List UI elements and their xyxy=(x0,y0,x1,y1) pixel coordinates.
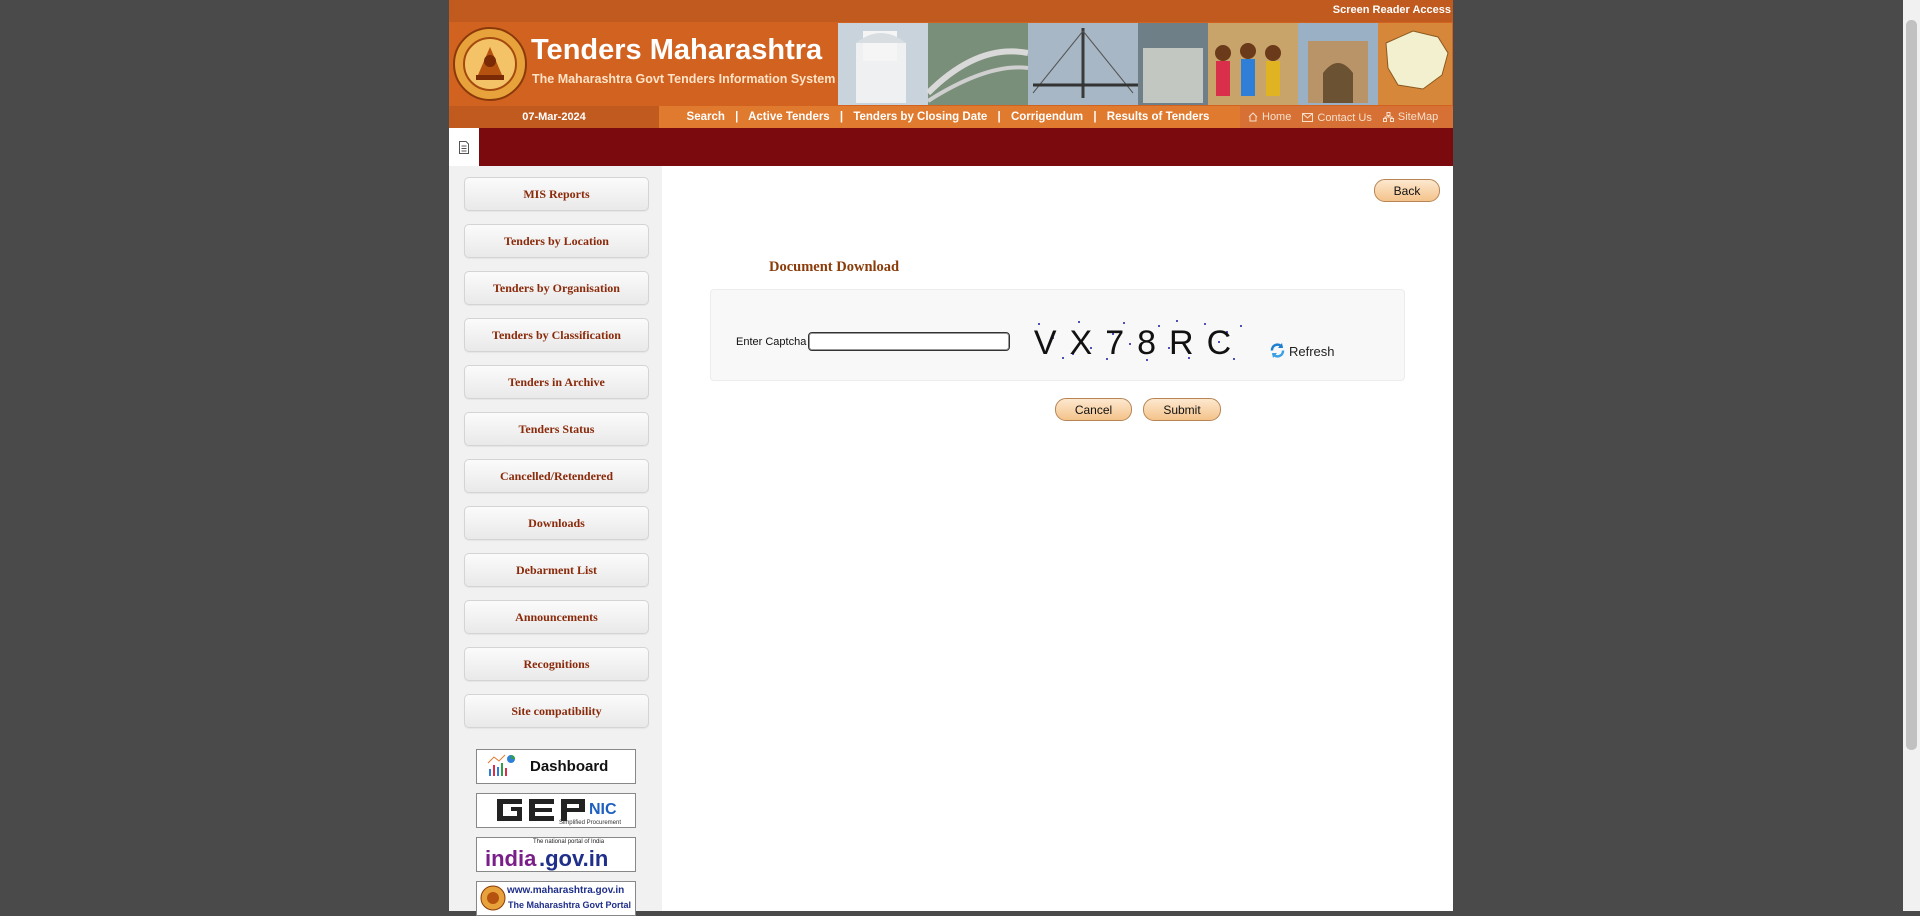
refresh-captcha-button[interactable]: Refresh xyxy=(1269,342,1335,359)
header-banner: Tenders Maharashtra The Maharashtra Govt… xyxy=(449,22,1453,106)
nav-active-tenders[interactable]: Active Tenders xyxy=(748,111,830,123)
sidebar-item-tenders-by-organisation[interactable]: Tenders by Organisation xyxy=(464,271,649,305)
red-title-bar xyxy=(449,128,1453,166)
utility-links: Home Contact Us SiteMap xyxy=(1240,106,1453,128)
india-gov-logo: india .gov.in xyxy=(485,846,608,871)
scrollbar-thumb[interactable] xyxy=(1906,20,1917,750)
current-date: 07-Mar-2024 xyxy=(449,106,659,128)
dashboard-logo-link[interactable]: Dashboard xyxy=(476,749,636,784)
captcha-input[interactable] xyxy=(808,332,1010,351)
nav-bar: 07-Mar-2024 Search | Active Tenders | Te… xyxy=(449,106,1453,128)
home-label: Home xyxy=(1262,111,1292,123)
contact-label: Contact Us xyxy=(1317,111,1372,124)
main-content: Back Document Download Enter Captcha VX7… xyxy=(662,166,1453,911)
gepnic-logo-link[interactable]: NIC Simplified Procurement xyxy=(476,793,636,828)
sitemap-link[interactable]: SiteMap xyxy=(1382,106,1439,128)
home-icon xyxy=(1248,112,1258,122)
back-button[interactable]: Back xyxy=(1374,179,1440,202)
screen-reader-link[interactable]: Screen Reader Access xyxy=(1333,4,1451,16)
nav-search[interactable]: Search xyxy=(687,111,725,123)
site-title: Tenders Maharashtra xyxy=(531,34,823,66)
document-tab[interactable] xyxy=(449,128,479,166)
top-bar: Screen Reader Access xyxy=(449,0,1453,22)
sidebar-item-tenders-status[interactable]: Tenders Status xyxy=(464,412,649,446)
refresh-icon xyxy=(1270,343,1285,358)
nav-separator: | xyxy=(1093,111,1097,123)
sidebar-item-site-compatibility[interactable]: Site compatibility xyxy=(464,694,649,728)
banner-photo-collage xyxy=(838,23,1452,105)
nav-separator: | xyxy=(839,111,844,123)
dashboard-chart-icon xyxy=(487,754,515,776)
india-gov-logo-link[interactable]: The national portal of India india .gov.… xyxy=(476,837,636,872)
maharashtra-portal-url: www.maharashtra.gov.in xyxy=(507,885,625,896)
mail-icon xyxy=(1302,113,1314,122)
contact-us-link[interactable]: Contact Us xyxy=(1302,107,1372,129)
sitemap-label: SiteMap xyxy=(1397,111,1439,123)
top-nav-links: Search | Active Tenders | Tenders by Clo… xyxy=(659,106,1237,128)
page: Screen Reader Access Tenders Maharashtra… xyxy=(449,0,1453,916)
nav-corrigendum[interactable]: Corrigendum xyxy=(1011,111,1083,123)
sidebar: MIS Reports Tenders by Location Tenders … xyxy=(449,166,662,916)
gepnic-subtitle: Simplified Procurement xyxy=(558,820,621,826)
refresh-label: Refresh xyxy=(1289,344,1335,359)
sidebar-item-debarment-list[interactable]: Debarment List xyxy=(464,553,649,587)
sitemap-icon xyxy=(1382,112,1394,122)
sidebar-item-mis-reports[interactable]: MIS Reports xyxy=(464,177,649,211)
sidebar-item-downloads[interactable]: Downloads xyxy=(464,506,649,540)
captcha-panel: Enter Captcha VX78RC Refresh xyxy=(710,289,1405,381)
svg-text:india: india xyxy=(485,846,537,871)
maharashtra-portal-subtitle: The Maharashtra Govt Portal xyxy=(508,900,632,910)
nav-tenders-by-closing-date[interactable]: Tenders by Closing Date xyxy=(853,111,987,123)
vertical-scrollbar[interactable] xyxy=(1903,0,1920,911)
site-subtitle: The Maharashtra Govt Tenders Information… xyxy=(532,72,836,86)
sidebar-item-tenders-in-archive[interactable]: Tenders in Archive xyxy=(464,365,649,399)
document-icon xyxy=(459,140,469,154)
captcha-image: VX78RC xyxy=(1034,320,1244,362)
captcha-label: Enter Captcha xyxy=(736,336,807,348)
submit-button[interactable]: Submit xyxy=(1143,398,1221,421)
svg-text:.gov.in: .gov.in xyxy=(539,846,608,871)
nav-separator: | xyxy=(997,111,1001,123)
dashboard-label: Dashboard xyxy=(530,758,609,775)
sidebar-item-tenders-by-location[interactable]: Tenders by Location xyxy=(464,224,649,258)
maharashtra-seal-icon xyxy=(453,27,527,101)
svg-text:NIC: NIC xyxy=(589,801,617,818)
maharashtra-portal-seal-icon xyxy=(480,885,506,911)
sidebar-item-recognitions[interactable]: Recognitions xyxy=(464,647,649,681)
page-title: Document Download xyxy=(769,259,900,275)
captcha-text: VX78RC xyxy=(1034,324,1244,362)
nav-results-of-tenders[interactable]: Results of Tenders xyxy=(1107,111,1210,123)
home-link[interactable]: Home xyxy=(1248,106,1291,128)
sidebar-item-tenders-by-classification[interactable]: Tenders by Classification xyxy=(464,318,649,352)
sidebar-item-announcements[interactable]: Announcements xyxy=(464,600,649,634)
sidebar-item-cancelled-retendered[interactable]: Cancelled/Retendered xyxy=(464,459,649,493)
nav-separator: | xyxy=(735,111,739,123)
cancel-button[interactable]: Cancel xyxy=(1055,398,1132,421)
